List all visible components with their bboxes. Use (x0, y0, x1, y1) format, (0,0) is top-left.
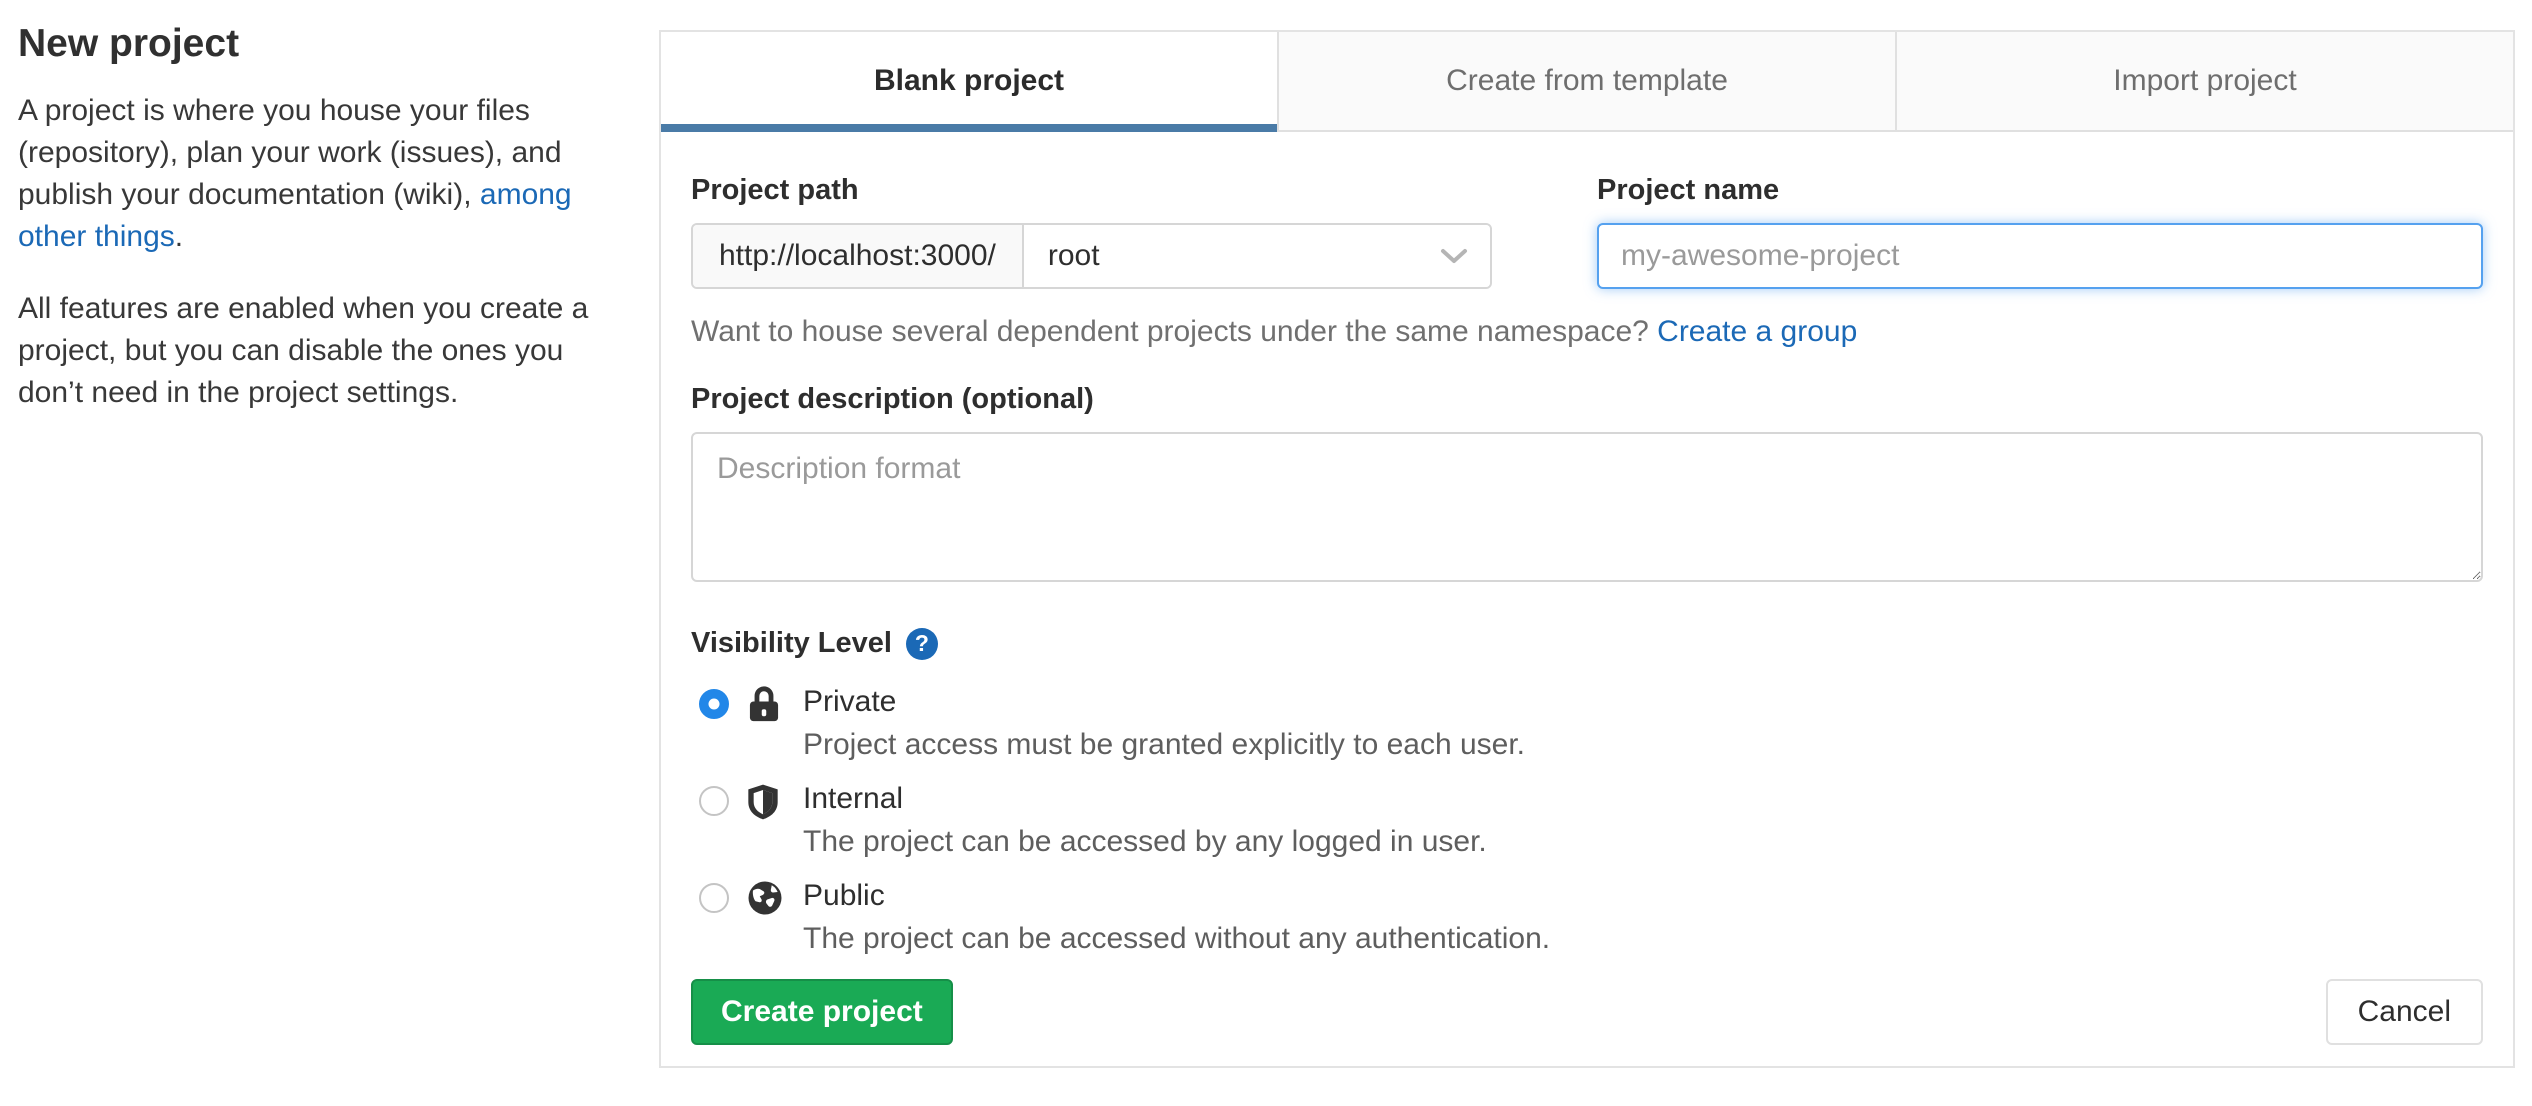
form-actions: Create project Cancel (691, 979, 2483, 1045)
project-description-label: Project description (optional) (691, 383, 1094, 415)
url-prefix-addon: http://localhost:3000/ (693, 225, 1024, 287)
namespace-hint: Want to house several dependent projects… (691, 315, 2483, 349)
internal-radio[interactable] (699, 786, 729, 816)
visibility-help-icon[interactable]: ? (905, 627, 938, 660)
features-paragraph: All features are enabled when you create… (18, 292, 589, 409)
internal-label: Internal (803, 782, 904, 815)
create-a-group-link[interactable]: Create a group (1657, 315, 1857, 348)
project-path-label: Project path (691, 174, 859, 206)
page-title: New project (18, 22, 240, 65)
project-type-tabs: Blank project Create from template Impor… (661, 32, 2513, 132)
shield-icon (747, 783, 803, 826)
visibility-option-private[interactable]: Private Project access must be granted e… (691, 684, 2483, 763)
create-project-button[interactable]: Create project (691, 979, 953, 1045)
internal-description: The project can be accessed by any logge… (803, 825, 1487, 858)
new-project-panel: Blank project Create from template Impor… (659, 30, 2515, 1068)
internal-option-text: Internal The project can be accessed by … (803, 781, 2483, 860)
tab-blank-project[interactable]: Blank project (661, 32, 1277, 132)
public-label: Public (803, 879, 885, 912)
project-name-field: Project name (1597, 160, 2483, 289)
tab-create-from-template[interactable]: Create from template (1277, 32, 1895, 130)
project-name-label: Project name (1597, 174, 1780, 206)
chevron-down-icon (1440, 247, 1468, 265)
namespace-select[interactable]: root (1023, 225, 1490, 287)
namespace-hint-text: Want to house several dependent projects… (691, 315, 1658, 348)
private-label: Private (803, 685, 897, 718)
private-option-text: Private Project access must be granted e… (803, 684, 2483, 763)
namespace-selected-value: root (1047, 239, 1100, 272)
visibility-option-public[interactable]: Public The project can be accessed witho… (691, 878, 2483, 957)
cancel-button[interactable]: Cancel (2325, 979, 2483, 1045)
blank-project-form: Project path http://localhost:3000/ root… (661, 132, 2513, 1075)
project-description-textarea[interactable] (691, 432, 2483, 582)
intro-suffix: . (174, 220, 184, 253)
public-radio[interactable] (699, 883, 729, 913)
globe-icon (747, 880, 803, 921)
public-option-text: Public The project can be accessed witho… (803, 878, 2483, 957)
public-description: The project can be accessed without any … (803, 922, 1551, 955)
visibility-level-label: Visibility Level (691, 627, 892, 659)
visibility-level-row: Visibility Level ? (691, 627, 2483, 660)
new-project-explainer: New project A project is where you house… (18, 22, 610, 444)
intro-paragraph: A project is where you house your files … (18, 90, 610, 258)
private-radio[interactable] (699, 689, 729, 719)
visibility-options: Private Project access must be granted e… (691, 684, 2483, 957)
project-path-input-group: http://localhost:3000/ root (691, 223, 1492, 289)
project-name-input[interactable] (1597, 223, 2483, 289)
private-description: Project access must be granted explicitl… (803, 728, 1526, 761)
visibility-option-internal[interactable]: Internal The project can be accessed by … (691, 781, 2483, 860)
project-path-field: Project path http://localhost:3000/ root (691, 160, 1492, 289)
tab-import-project[interactable]: Import project (1895, 32, 2513, 130)
lock-icon (747, 686, 803, 729)
